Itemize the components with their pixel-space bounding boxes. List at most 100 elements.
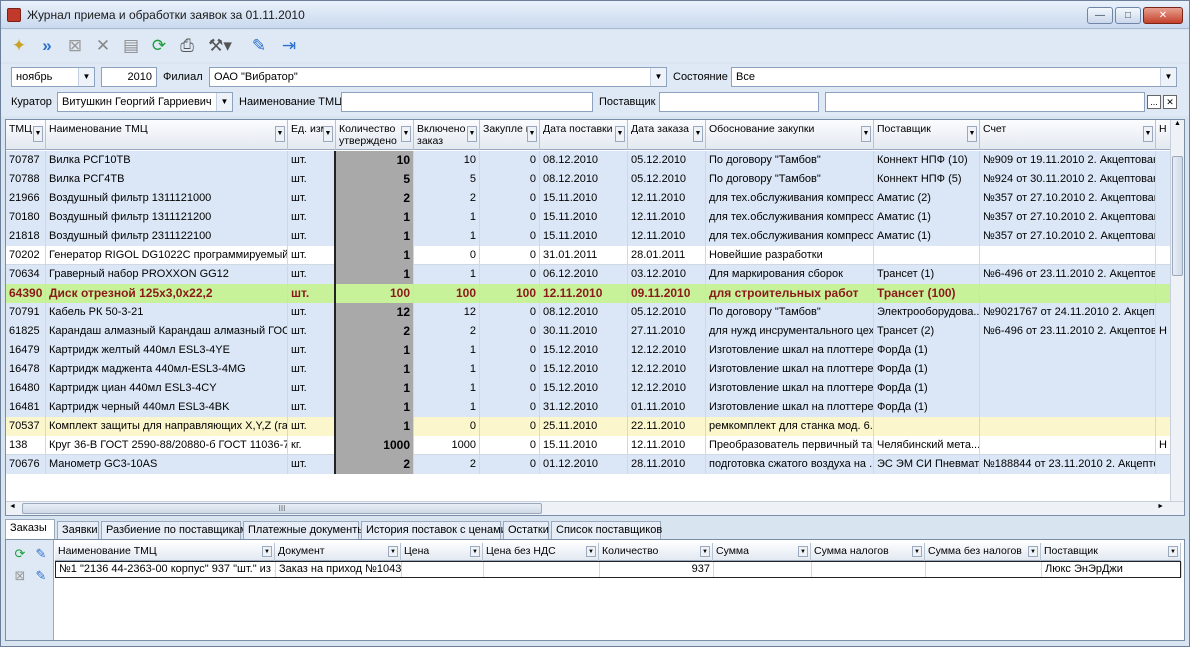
- filter-dropdown-icon[interactable]: ▼: [615, 126, 625, 142]
- filter-dropdown-icon[interactable]: ▼: [1168, 546, 1178, 557]
- column-header[interactable]: Дата заказа ▼: [628, 120, 706, 150]
- filter-dropdown-icon[interactable]: ▼: [467, 126, 477, 142]
- year-input[interactable]: 2010: [101, 67, 157, 87]
- edit-doc-icon[interactable]: ✎: [33, 568, 49, 584]
- sub-column-header[interactable]: Сумма налогов ▼: [811, 543, 925, 561]
- extra-input[interactable]: [825, 92, 1145, 112]
- sub-column-header[interactable]: Сумма без налогов ▼: [925, 543, 1041, 561]
- column-header[interactable]: Поставщик ▼: [874, 120, 980, 150]
- state-select[interactable]: Все ▼: [731, 67, 1177, 87]
- supplier-input[interactable]: [659, 92, 819, 112]
- column-header[interactable]: Дата поставки ▼: [540, 120, 628, 150]
- sub-column-header[interactable]: Сумма ▼: [713, 543, 811, 561]
- chevron-down-icon[interactable]: ▼: [1160, 68, 1176, 86]
- table-row[interactable]: 16479 Картридж желтый 440мл ESL3-4YE шт. 1 1…: [6, 341, 1172, 360]
- table-row[interactable]: 21818 Воздушный фильтр 2311122100 шт. 1 1 0 15…: [6, 227, 1172, 246]
- forward-icon[interactable]: »: [35, 34, 59, 58]
- edit-icon[interactable]: ✎: [247, 34, 271, 58]
- table-row[interactable]: 16481 Картридж черный 440мл ESL3-4BK шт. 1 1…: [6, 398, 1172, 417]
- tab-6[interactable]: Список поставщиков: [551, 521, 662, 539]
- edit-icon[interactable]: ✎: [33, 546, 49, 562]
- filter-dropdown-icon[interactable]: ▼: [470, 546, 480, 557]
- chevron-right-icon[interactable]: ►: [1157, 503, 1164, 510]
- sub-column-header[interactable]: Цена без НДС ▼: [483, 543, 599, 561]
- refresh-icon[interactable]: ⟳: [12, 546, 28, 562]
- filter-dropdown-icon[interactable]: ▼: [912, 546, 922, 557]
- table-row[interactable]: 70791 Кабель РК 50-3-21 шт. 12 12 0 08.12.2010…: [6, 303, 1172, 322]
- title-bar[interactable]: Журнал приема и обработки заявок за 01.1…: [1, 1, 1189, 29]
- sub-column-header[interactable]: Цена ▼: [401, 543, 483, 561]
- curator-select[interactable]: Витушкин Георгий Гарриевич ▼: [57, 92, 233, 112]
- clear-button[interactable]: ✕: [1163, 95, 1177, 109]
- filter-dropdown-icon[interactable]: ▼: [401, 126, 411, 142]
- scroll-thumb[interactable]: [1172, 156, 1183, 276]
- filter-dropdown-icon[interactable]: ▼: [967, 126, 977, 142]
- filter-dropdown-icon[interactable]: ▼: [700, 546, 710, 557]
- wand-icon[interactable]: ✦: [7, 34, 31, 58]
- filter-dropdown-icon[interactable]: ▼: [275, 126, 285, 142]
- tab-3[interactable]: Платежные документы: [243, 521, 365, 539]
- filter-dropdown-icon[interactable]: ▼: [527, 126, 537, 142]
- tab-1[interactable]: Заявки: [57, 521, 99, 539]
- sub-column-header[interactable]: Количество ▼: [599, 543, 713, 561]
- tmc-input[interactable]: [341, 92, 593, 112]
- table-row[interactable]: 70676 Манометр GC3-10AS шт. 2 2 0 01.12.2010 28…: [6, 455, 1172, 474]
- table-row[interactable]: 70202 Генератор RIGOL DG1022C программиру…: [6, 246, 1172, 265]
- filter-dropdown-icon[interactable]: ▼: [1028, 546, 1038, 557]
- table-row[interactable]: 70634 Граверный набор PROXXON GG12 шт. 1 1 0 0…: [6, 265, 1172, 284]
- table-row[interactable]: 70537 Комплект защиты для направляющих X,…: [6, 417, 1172, 436]
- tab-2[interactable]: Разбиение по поставщикам: [101, 521, 247, 539]
- filter-dropdown-icon[interactable]: ▼: [388, 546, 398, 557]
- column-header[interactable]: Обоснование закупки ▼: [706, 120, 874, 150]
- filter-dropdown-icon[interactable]: ▼: [798, 546, 808, 557]
- exit-icon[interactable]: ⇥: [277, 34, 301, 58]
- table-row[interactable]: 70180 Воздушный фильтр 1311121200 шт. 1 1 0 15…: [6, 208, 1172, 227]
- chevron-down-icon[interactable]: ▼: [650, 68, 666, 86]
- minimize-button[interactable]: —: [1087, 7, 1113, 24]
- refresh-icon[interactable]: ⟳: [147, 34, 171, 58]
- filter-dropdown-icon[interactable]: ▼: [586, 546, 596, 557]
- cancel-box-icon[interactable]: ⊠: [12, 568, 28, 584]
- table-row[interactable]: 70787 Вилка РСГ10ТВ шт. 10 10 0 08.12.2010 05.1…: [6, 151, 1172, 170]
- branch-select[interactable]: ОАО "Вибратор" ▼: [209, 67, 667, 87]
- sub-column-header[interactable]: Наименование ТМЦ ▼: [55, 543, 275, 561]
- column-header[interactable]: Количество утверждено ▼: [336, 120, 414, 150]
- chevron-down-icon[interactable]: ▼: [216, 93, 232, 111]
- sub-column-header[interactable]: Документ ▼: [275, 543, 401, 561]
- filter-dropdown-icon[interactable]: ▼: [33, 126, 43, 142]
- column-header[interactable]: Включено в заказ ▼: [414, 120, 480, 150]
- table-row[interactable]: 70788 Вилка РСГ4ТВ шт. 5 5 0 08.12.2010 05.12.2…: [6, 170, 1172, 189]
- filter-dropdown-icon[interactable]: ▼: [323, 126, 333, 142]
- sub-grid-row[interactable]: №1 "2136 44-2363-00 корпус" 937 "шт." из…: [55, 561, 1182, 578]
- column-header[interactable]: Счет ▼: [980, 120, 1156, 150]
- tools-icon[interactable]: ⚒▾: [203, 34, 237, 58]
- delete-icon[interactable]: ✕: [91, 34, 115, 58]
- cancel-box-icon[interactable]: ⊠: [63, 34, 87, 58]
- chevron-left-icon[interactable]: ◄: [9, 503, 16, 510]
- tab-0[interactable]: Заказы: [5, 519, 55, 539]
- filter-dropdown-icon[interactable]: ▼: [1143, 126, 1153, 142]
- ellipsis-button[interactable]: ...: [1147, 95, 1161, 109]
- column-header[interactable]: ТМЦ ▼: [6, 120, 46, 150]
- column-header[interactable]: Закупле но ▼: [480, 120, 540, 150]
- table-row[interactable]: 64390 Диск отрезной 125х3,0х22,2 шт. 100 100…: [6, 284, 1172, 303]
- chevron-up-icon[interactable]: ▲: [1171, 120, 1184, 127]
- print-icon[interactable]: ⎙: [175, 34, 199, 58]
- column-header[interactable]: Наименование ТМЦ ▼: [46, 120, 288, 150]
- table-row[interactable]: 16478 Картридж маджента 440мл-ESL3-4MG шт.…: [6, 360, 1172, 379]
- vertical-scrollbar[interactable]: ▲: [1170, 120, 1184, 501]
- chevron-down-icon[interactable]: ▼: [78, 68, 94, 86]
- filter-dropdown-icon[interactable]: ▼: [861, 126, 871, 142]
- month-select[interactable]: ноябрь ▼: [11, 67, 95, 87]
- table-row[interactable]: 21966 Воздушный фильтр 1311121000 шт. 2 2 0 15…: [6, 189, 1172, 208]
- save-icon[interactable]: ▤: [119, 34, 143, 58]
- horizontal-scrollbar[interactable]: ◄ III ►: [6, 501, 1184, 515]
- tab-5[interactable]: Остатки: [503, 521, 549, 539]
- table-row[interactable]: 16480 Картридж циан 440мл ESL3-4CY шт. 1 1 0 1…: [6, 379, 1172, 398]
- filter-dropdown-icon[interactable]: ▼: [693, 126, 703, 142]
- column-header[interactable]: Ед. изм. ▼: [288, 120, 336, 150]
- maximize-button[interactable]: □: [1115, 7, 1141, 24]
- filter-dropdown-icon[interactable]: ▼: [262, 546, 272, 557]
- table-row[interactable]: 61825 Карандаш алмазный Карандаш алмазный…: [6, 322, 1172, 341]
- table-row[interactable]: 138 Круг 36-В ГОСТ 2590-88/20880-б ГОСТ 1…: [6, 436, 1172, 455]
